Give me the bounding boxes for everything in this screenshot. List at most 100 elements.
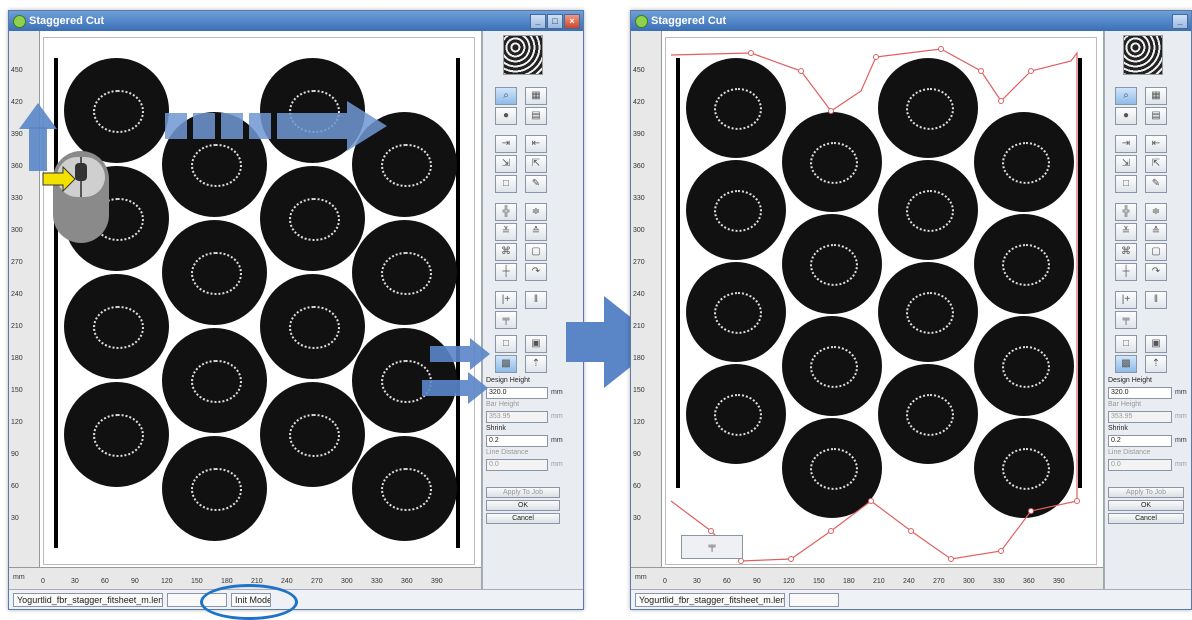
design-canvas[interactable]: 450 420 390 360 330 300 270 240 210 180 … — [9, 31, 482, 589]
camera-icon[interactable]: ● — [1115, 107, 1137, 125]
design-sticker[interactable] — [352, 436, 457, 541]
design-sticker[interactable] — [352, 112, 457, 217]
stagger-right-icon[interactable]: ⇤ — [1145, 135, 1167, 153]
camera-icon[interactable]: ● — [495, 107, 517, 125]
cancel-button[interactable]: Cancel — [1108, 513, 1184, 524]
design-sticker[interactable] — [260, 382, 365, 487]
design-height-input[interactable] — [486, 387, 548, 399]
design-sticker[interactable] — [686, 58, 786, 158]
insert-icon[interactable]: |+ — [495, 291, 517, 309]
design-sticker[interactable] — [260, 58, 365, 163]
design-sticker[interactable] — [162, 112, 267, 217]
stagger-tool-icon[interactable]: ▩ — [495, 355, 517, 373]
design-sticker[interactable] — [686, 364, 786, 464]
zoom-icon[interactable]: ⌕ — [1115, 87, 1137, 105]
ok-button[interactable]: OK — [486, 500, 560, 511]
design-sticker[interactable] — [352, 328, 457, 433]
minimize-button[interactable]: _ — [1172, 14, 1188, 29]
stagger-right-icon[interactable]: ⇤ — [525, 135, 547, 153]
split-icon[interactable]: ╤ — [681, 535, 743, 559]
shrink-input[interactable] — [1108, 435, 1172, 447]
cut-icon[interactable]: □ — [495, 175, 517, 193]
apply-to-job-button[interactable]: Apply To Job — [1108, 487, 1184, 498]
design-height-input[interactable] — [1108, 387, 1172, 399]
edit-icon[interactable]: ✎ — [1145, 175, 1167, 193]
rotate-icon[interactable]: ↷ — [1145, 263, 1167, 281]
zoom-icon[interactable]: ⌕ — [495, 87, 517, 105]
design-sticker[interactable] — [64, 274, 169, 379]
stagger-up-icon[interactable]: ⇱ — [1145, 155, 1167, 173]
design-sticker[interactable] — [686, 160, 786, 260]
design-sticker[interactable] — [782, 112, 882, 212]
design-sticker[interactable] — [974, 418, 1074, 518]
design-sticker[interactable] — [878, 160, 978, 260]
design-sticker[interactable] — [64, 166, 169, 271]
align-center-icon[interactable]: ╬ — [1115, 203, 1137, 221]
ok-button[interactable]: OK — [1108, 500, 1184, 511]
design-sticker[interactable] — [782, 214, 882, 314]
preview-thumbnail[interactable] — [503, 35, 543, 75]
design-sticker[interactable] — [878, 262, 978, 362]
bar-icon[interactable]: ┼ — [495, 263, 517, 281]
design-sticker[interactable] — [352, 220, 457, 325]
shrink-input[interactable] — [486, 435, 548, 447]
align-top-icon[interactable]: ≙ — [1145, 223, 1167, 241]
cancel-button[interactable]: Cancel — [486, 513, 560, 524]
grid-icon[interactable]: ▦ — [1145, 87, 1167, 105]
distribute-icon[interactable]: ≑ — [1145, 203, 1167, 221]
align-center-icon[interactable]: ╬ — [495, 203, 517, 221]
edit-icon[interactable]: ✎ — [525, 175, 547, 193]
stagger-tool-icon[interactable]: ▩ — [1115, 355, 1137, 373]
stagger-left-icon[interactable]: ⇥ — [495, 135, 517, 153]
stagger-offset-icon[interactable]: ⇡ — [1145, 355, 1167, 373]
design-sticker[interactable] — [974, 112, 1074, 212]
design-sticker[interactable] — [162, 436, 267, 541]
design-sticker[interactable] — [686, 262, 786, 362]
layout-icon[interactable]: ▤ — [1145, 107, 1167, 125]
apply-to-job-button[interactable]: Apply To Job — [486, 487, 560, 498]
align-top-icon[interactable]: ≙ — [525, 223, 547, 241]
stagger-down-icon[interactable]: ⇲ — [1115, 155, 1137, 173]
design-canvas[interactable]: 450 420 390 360 330 300 270 240 210 180 … — [631, 31, 1104, 589]
stagger-down-icon[interactable]: ⇲ — [495, 155, 517, 173]
design-sticker[interactable] — [878, 364, 978, 464]
save-icon[interactable]: ▣ — [1145, 335, 1167, 353]
design-sticker[interactable] — [974, 316, 1074, 416]
window-titlebar[interactable]: Staggered Cut _ □ × — [9, 11, 583, 31]
preview-thumbnail[interactable] — [1123, 35, 1163, 75]
pin-icon[interactable]: ‖ — [525, 291, 547, 309]
rotate-icon[interactable]: ↷ — [525, 263, 547, 281]
frame-icon[interactable]: ▢ — [525, 243, 547, 261]
design-sticker[interactable] — [260, 274, 365, 379]
maximize-button[interactable]: □ — [547, 14, 563, 29]
new-frame-icon[interactable]: □ — [495, 335, 517, 353]
cut-icon[interactable]: □ — [1115, 175, 1137, 193]
split-icon[interactable]: ╤ — [1115, 311, 1137, 329]
save-icon[interactable]: ▣ — [525, 335, 547, 353]
layout-icon[interactable]: ▤ — [525, 107, 547, 125]
design-sticker[interactable] — [162, 220, 267, 325]
insert-icon[interactable]: |+ — [1115, 291, 1137, 309]
design-sticker[interactable] — [64, 58, 169, 163]
design-sticker[interactable] — [64, 382, 169, 487]
close-button[interactable]: × — [564, 14, 580, 29]
stagger-up-icon[interactable]: ⇱ — [525, 155, 547, 173]
new-frame-icon[interactable]: □ — [1115, 335, 1137, 353]
align-bottom-icon[interactable]: ≚ — [495, 223, 517, 241]
frame-icon[interactable]: ▢ — [1145, 243, 1167, 261]
split-icon[interactable]: ╤ — [495, 311, 517, 329]
design-sticker[interactable] — [260, 166, 365, 271]
design-sticker[interactable] — [782, 316, 882, 416]
design-sticker[interactable] — [162, 328, 267, 433]
mirror-icon[interactable]: ⌘ — [495, 243, 517, 261]
pin-icon[interactable]: ‖ — [1145, 291, 1167, 309]
distribute-icon[interactable]: ≑ — [525, 203, 547, 221]
window-titlebar[interactable]: Staggered Cut _ — [631, 11, 1191, 31]
stagger-left-icon[interactable]: ⇥ — [1115, 135, 1137, 153]
design-sticker[interactable] — [878, 58, 978, 158]
minimize-button[interactable]: _ — [530, 14, 546, 29]
mirror-icon[interactable]: ⌘ — [1115, 243, 1137, 261]
design-sticker[interactable] — [974, 214, 1074, 314]
grid-icon[interactable]: ▦ — [525, 87, 547, 105]
stagger-offset-icon[interactable]: ⇡ — [525, 355, 547, 373]
